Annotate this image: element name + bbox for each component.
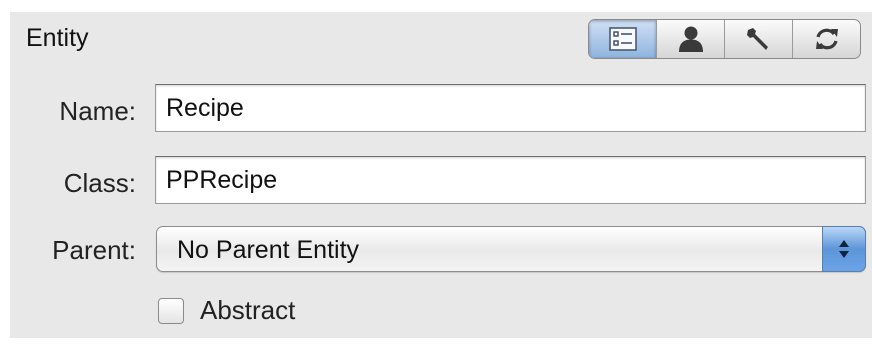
user-icon — [678, 26, 703, 52]
class-label: Class: — [63, 168, 136, 198]
wrench-icon — [746, 28, 768, 50]
list-properties-icon — [608, 27, 637, 51]
properties-tab-button[interactable] — [589, 20, 657, 58]
popup-arrows-icon — [822, 226, 866, 272]
sync-tab-button[interactable] — [793, 20, 860, 58]
class-field[interactable] — [155, 156, 866, 204]
sync-icon — [815, 28, 838, 50]
abstract-label: Abstract — [200, 295, 296, 325]
name-field[interactable] — [155, 84, 866, 132]
inspector-segmented-control — [588, 19, 861, 59]
tools-tab-button[interactable] — [725, 20, 793, 58]
parent-label: Parent: — [52, 235, 136, 265]
abstract-checkbox[interactable] — [158, 298, 184, 324]
parent-popup-button[interactable]: No Parent Entity — [156, 226, 866, 272]
user-info-tab-button[interactable] — [657, 20, 725, 58]
section-title: Entity — [26, 24, 89, 52]
parent-popup-value: No Parent Entity — [177, 236, 360, 264]
name-label: Name: — [59, 96, 136, 126]
